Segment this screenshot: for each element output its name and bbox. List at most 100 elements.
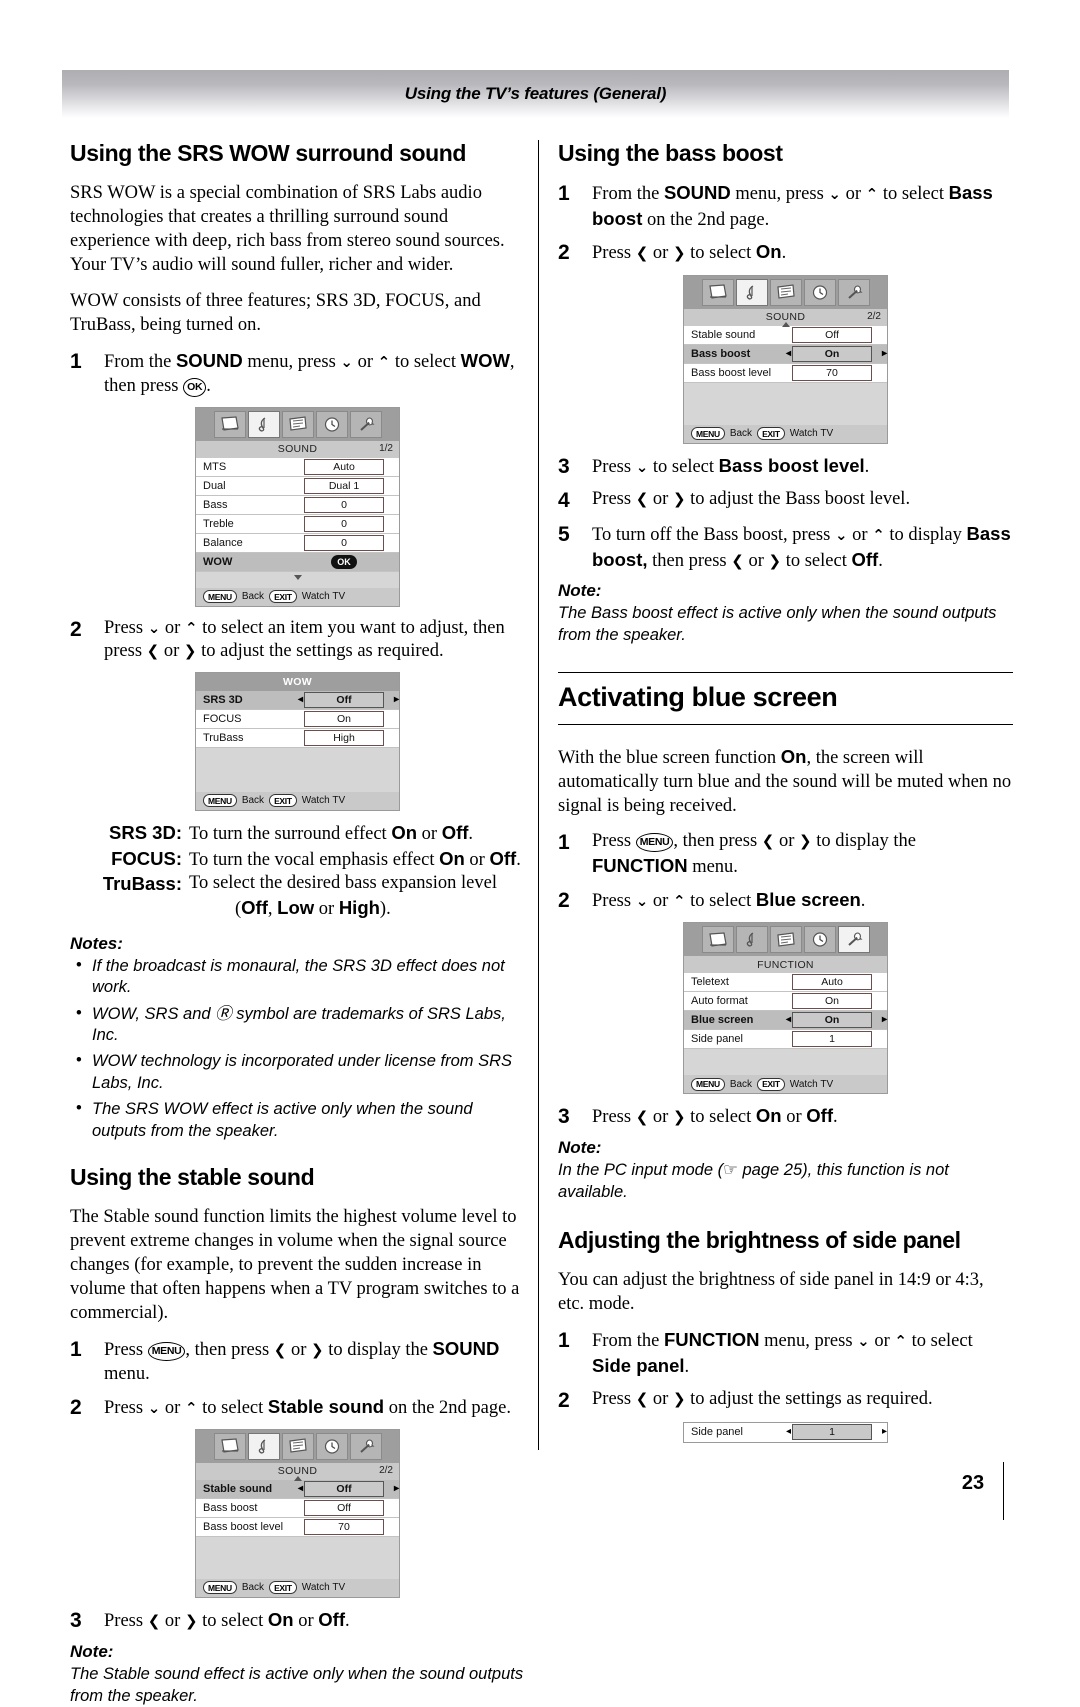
osd-row[interactable]: Bass boost ◂ On ▸: [684, 344, 887, 364]
blue-step-1: 1 Press MENU, then press ❮ or ❯ to displ…: [558, 830, 1013, 879]
wrench-icon[interactable]: [837, 278, 870, 306]
osd-side-panel-bar: Side panel ◂ 1 ▸: [683, 1421, 888, 1443]
step-text-part: to select: [197, 1610, 268, 1631]
osd-row[interactable]: Side panel ◂ 1 ▸: [684, 1422, 887, 1442]
arrow-left-icon: ◂: [786, 1014, 792, 1026]
osd-row-value-wrap: 0: [298, 515, 399, 532]
arrow-right-icon: ▸: [881, 1426, 887, 1438]
clock-icon[interactable]: [315, 1432, 348, 1460]
exit-button-icon[interactable]: EXIT: [269, 794, 297, 808]
osd-row-value-wrap: ◂ Off ▸: [298, 691, 399, 708]
side-step-1: 1 From the FUNCTION menu, press ⌄ or ⌃ t…: [558, 1328, 1013, 1379]
menu-button-icon[interactable]: MENU: [203, 1581, 237, 1595]
clock-icon[interactable]: [803, 278, 836, 306]
osd-row[interactable]: Treble 0: [196, 514, 399, 534]
definition-desc-part: or: [314, 898, 339, 919]
arrow-right-icon: ▸: [881, 1014, 887, 1026]
osd-row[interactable]: FOCUS On: [196, 709, 399, 729]
step-text-part: or: [869, 1331, 895, 1352]
menu-button-icon[interactable]: MENU: [203, 794, 237, 808]
music-note-icon[interactable]: [735, 278, 768, 306]
definition-desc-part: ).: [379, 898, 391, 919]
step-text-part: Press: [104, 1397, 148, 1418]
arrow-left-icon: ◂: [786, 1426, 792, 1438]
osd-row[interactable]: SRS 3D ◂ Off ▸: [196, 690, 399, 710]
step-text-part: or: [743, 550, 769, 571]
step-number: 3: [70, 1608, 82, 1632]
osd-footer-watch-label: Watch TV: [789, 428, 834, 440]
exit-button-icon[interactable]: EXIT: [269, 590, 297, 604]
osd-row[interactable]: Balance 0: [196, 533, 399, 553]
osd-row-value: Off: [304, 1499, 384, 1516]
step-text-part: or: [352, 352, 378, 373]
osd-icon-bar: [196, 407, 399, 441]
menu-button-icon[interactable]: MENU: [203, 590, 237, 604]
osd-row[interactable]: MTS Auto: [196, 457, 399, 477]
menu-button-icon[interactable]: MENU: [691, 1077, 725, 1091]
definition-row: FOCUS: To turn the vocal emphasis effect…: [70, 847, 525, 873]
osd-row-label: Balance: [203, 536, 243, 549]
osd-row[interactable]: Stable sound Off: [684, 325, 887, 345]
program-list-icon[interactable]: [281, 1432, 314, 1460]
picture-icon[interactable]: [213, 1432, 246, 1460]
program-list-icon[interactable]: [769, 926, 802, 954]
footer-rule: [1003, 1462, 1004, 1520]
step-text-part: To turn off the Bass boost, press: [592, 525, 835, 546]
osd-row[interactable]: TruBass High: [196, 728, 399, 748]
osd-row[interactable]: Bass 0: [196, 495, 399, 515]
menu-button-icon[interactable]: MENU: [691, 427, 725, 441]
osd-row[interactable]: Stable sound ◂ Off ▸: [196, 1479, 399, 1499]
arrow-right-icon: ❯: [672, 489, 686, 508]
osd-footer-back-label: Back: [729, 428, 753, 440]
step-text-part: or: [286, 1340, 312, 1361]
picture-icon[interactable]: [701, 278, 734, 306]
step-number: 2: [558, 241, 570, 265]
definition-colon: :: [175, 847, 182, 869]
clock-icon[interactable]: [315, 410, 348, 438]
clock-icon[interactable]: [803, 926, 836, 954]
stable-step-3: 3 Press ❮ or ❯ to select On or Off.: [70, 1608, 525, 1634]
osd-row[interactable]: Blue screen ◂ On ▸: [684, 1011, 887, 1031]
osd-row-label: Bass boost: [691, 347, 751, 360]
osd-row[interactable]: Bass boost level 70: [684, 363, 887, 383]
note-text: The Stable sound effect is active only w…: [70, 1665, 524, 1705]
program-list-icon[interactable]: [769, 278, 802, 306]
music-note-icon[interactable]: [735, 926, 768, 954]
arrow-up-icon: ⌃: [377, 353, 391, 372]
osd-row[interactable]: Bass boost Off: [196, 1498, 399, 1518]
osd-icon-bar: [196, 1429, 399, 1463]
music-note-icon[interactable]: [247, 410, 280, 438]
exit-button-icon[interactable]: EXIT: [269, 1581, 297, 1595]
music-note-icon[interactable]: [247, 1432, 280, 1460]
osd-row[interactable]: Auto format On: [684, 992, 887, 1012]
step-number: 3: [558, 454, 570, 478]
osd-row[interactable]: Bass boost level 70: [196, 1517, 399, 1537]
picture-icon[interactable]: [701, 926, 734, 954]
step-text: Press ❮ or ❯ to adjust the settings as r…: [592, 1388, 1013, 1414]
osd-row[interactable]: Side panel 1: [684, 1030, 887, 1050]
arrow-left-icon: ❮: [635, 1389, 649, 1408]
wrench-icon[interactable]: [349, 1432, 382, 1460]
exit-button-icon[interactable]: EXIT: [757, 427, 785, 441]
osd-row[interactable]: Dual Dual 1: [196, 476, 399, 496]
wrench-icon[interactable]: [837, 926, 870, 954]
osd-sound-menu-page2: SOUND 2/2 Stable sound ◂ Off ▸ Bass boost …: [195, 1428, 400, 1598]
wow-definitions: SRS 3D: To turn the surround effect On o…: [70, 821, 525, 922]
osd-rows: Stable sound Off Bass boost ◂ On ▸ Bass bo…: [684, 325, 887, 425]
step-text-part: menu, press: [242, 352, 341, 373]
step-text: Press ❮ or ❯ to select On or Off.: [104, 1608, 525, 1634]
picture-icon[interactable]: [213, 410, 246, 438]
step-text-part: menu, press: [759, 1331, 858, 1352]
bass-step-3: 3 Press ⌄ to select Bass boost level.: [558, 454, 1013, 480]
osd-row-label: Auto format: [691, 995, 748, 1008]
program-list-icon[interactable]: [281, 410, 314, 438]
osd-row-wow[interactable]: WOW OK: [196, 552, 399, 572]
wrench-icon[interactable]: [349, 410, 382, 438]
osd-sound-menu-page1: SOUND 1/2 MTS Auto Dual Dual 1 Bass 0 Tr…: [195, 406, 400, 607]
arrow-left-icon: ❮: [635, 1108, 649, 1127]
exit-button-icon[interactable]: EXIT: [757, 1077, 785, 1091]
stable-step-1: 1 Press MENU, then press ❮ or ❯ to displ…: [70, 1337, 525, 1386]
osd-row[interactable]: Teletext Auto: [684, 973, 887, 993]
osd-row-value: Dual 1: [304, 477, 384, 494]
osd-footer-back-label: Back: [241, 591, 265, 603]
